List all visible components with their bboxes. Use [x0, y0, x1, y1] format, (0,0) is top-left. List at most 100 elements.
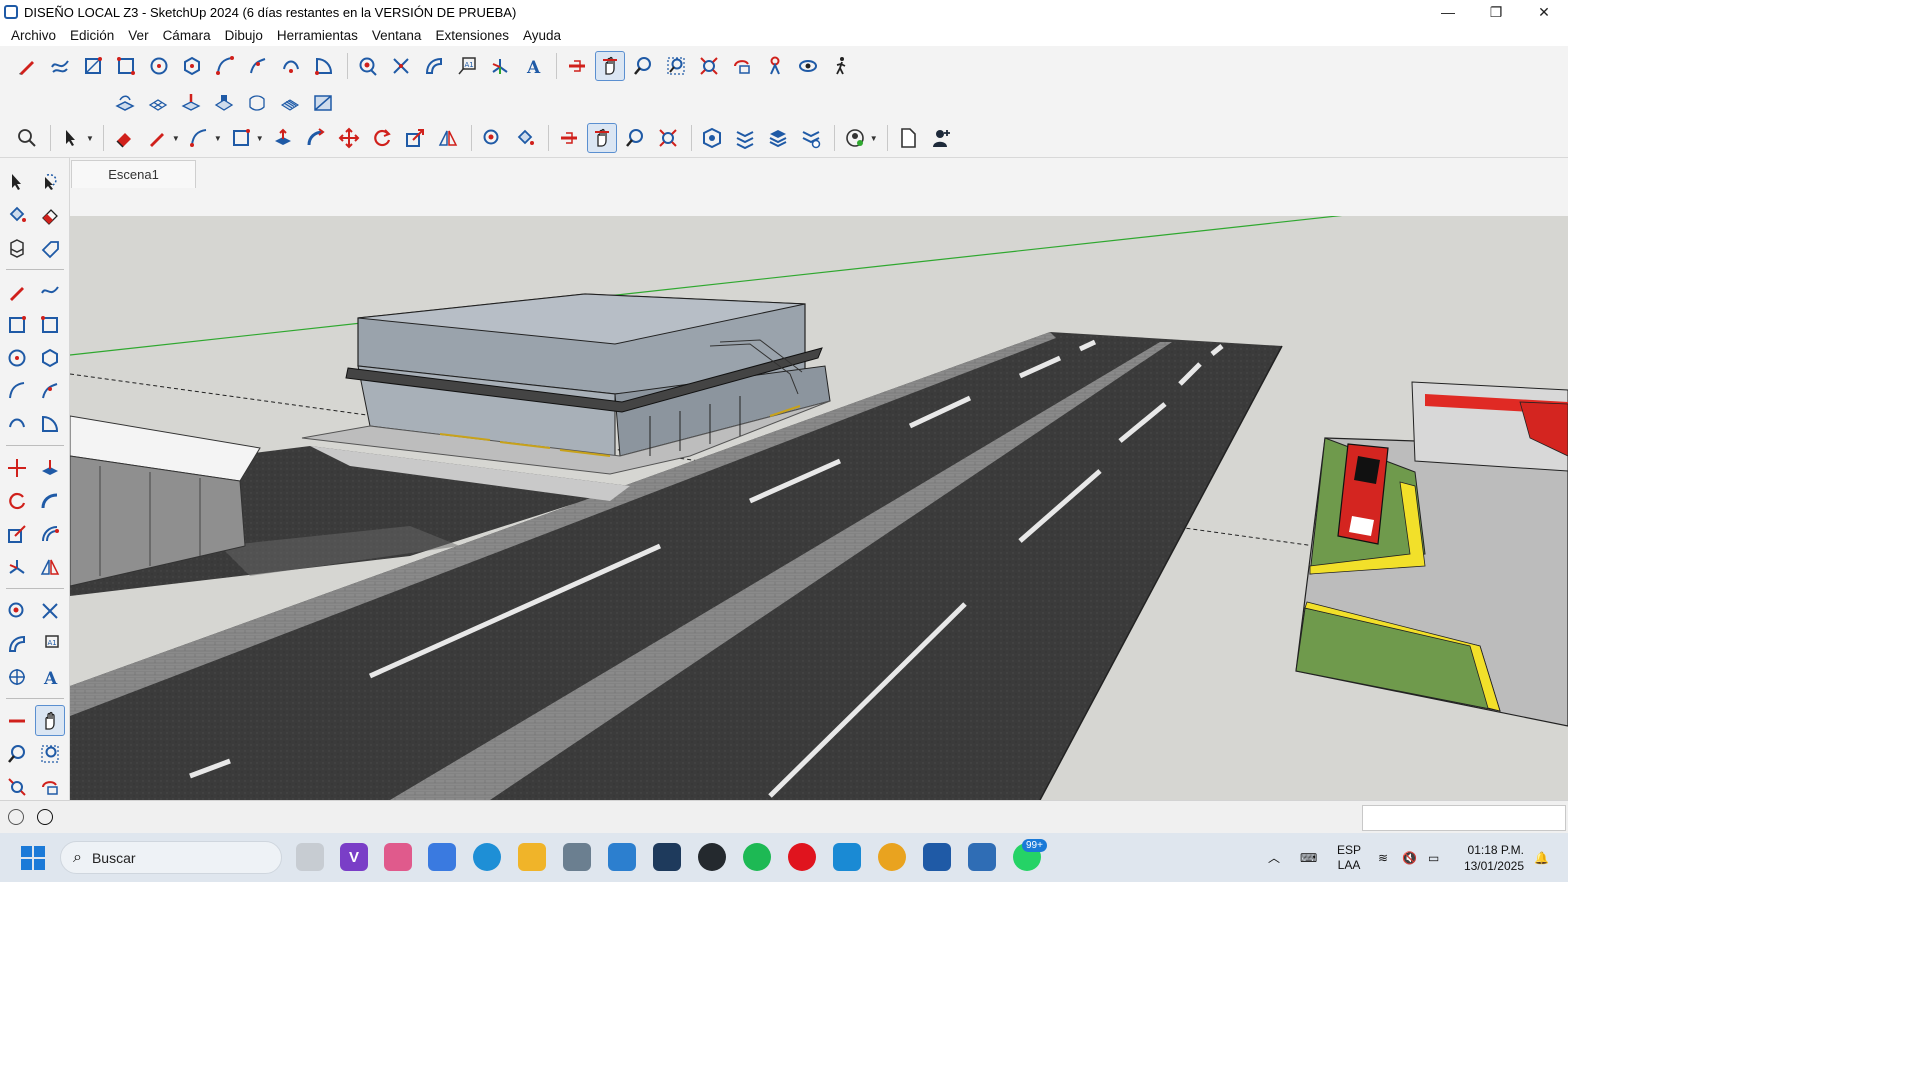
sandbox-from-scratch-icon[interactable]: [143, 87, 173, 117]
close-button[interactable]: ✕: [1520, 0, 1568, 24]
lasso-select-icon[interactable]: [35, 166, 65, 197]
sketchup-taskbar-icon[interactable]: [923, 843, 951, 871]
axes-icon[interactable]: [485, 51, 515, 81]
zoom-window-icon[interactable]: [661, 51, 691, 81]
copilot-icon[interactable]: [384, 843, 412, 871]
scale-icon[interactable]: [400, 123, 430, 153]
protractor-icon[interactable]: [419, 51, 449, 81]
freehand-icon[interactable]: [35, 276, 65, 307]
smoove-icon[interactable]: [176, 87, 206, 117]
geo-location-icon[interactable]: [8, 809, 24, 825]
spotify-icon[interactable]: [743, 843, 771, 871]
rotate-icon[interactable]: [367, 123, 397, 153]
move-icon[interactable]: [334, 123, 364, 153]
polygon-icon[interactable]: [177, 51, 207, 81]
volume-muted-icon[interactable]: 🔇: [1402, 833, 1417, 882]
flip-icon[interactable]: [35, 551, 65, 582]
eraser-icon[interactable]: [109, 123, 139, 153]
rotated-rectangle-icon[interactable]: [35, 309, 65, 340]
text-label-icon[interactable]: A1: [35, 628, 65, 659]
arc-dropdown-icon[interactable]: ▼: [214, 134, 222, 143]
pan-icon[interactable]: [595, 51, 625, 81]
push-pull-icon[interactable]: [35, 452, 65, 483]
axes-icon[interactable]: [2, 551, 32, 582]
taskbar-search[interactable]: ⌕ Buscar: [60, 841, 282, 874]
paint-bucket-icon[interactable]: [510, 123, 540, 153]
visual-studio-icon[interactable]: V: [340, 843, 368, 871]
polygon-icon[interactable]: [35, 342, 65, 373]
menu-ventana[interactable]: Ventana: [365, 28, 429, 43]
position-camera-icon[interactable]: [760, 51, 790, 81]
extension-warehouse-icon[interactable]: [730, 123, 760, 153]
select-icon[interactable]: [2, 166, 32, 197]
language-indicator[interactable]: ESP LAA: [1337, 833, 1361, 882]
menu-extensiones[interactable]: Extensiones: [428, 28, 516, 43]
user-add-icon[interactable]: [926, 123, 956, 153]
windows-start-icon[interactable]: [20, 845, 46, 871]
circle-icon[interactable]: [2, 342, 32, 373]
zoom-window-icon[interactable]: [35, 738, 65, 769]
drape-icon[interactable]: [242, 87, 272, 117]
vscode-icon[interactable]: [833, 843, 861, 871]
opera-icon[interactable]: [788, 843, 816, 871]
sandbox-from-contours-icon[interactable]: [110, 87, 140, 117]
two-point-arc-icon[interactable]: [35, 375, 65, 406]
follow-me-icon[interactable]: [35, 485, 65, 516]
new-document-icon[interactable]: [893, 123, 923, 153]
arc-icon[interactable]: [210, 51, 240, 81]
3d-warehouse-icon[interactable]: [697, 123, 727, 153]
freehand-icon[interactable]: [45, 51, 75, 81]
layout-icon[interactable]: [968, 843, 996, 871]
file-explorer-icon[interactable]: [518, 843, 546, 871]
zoom-extents-tool-icon[interactable]: [653, 123, 683, 153]
menu-archivo[interactable]: Archivo: [4, 28, 63, 43]
menu-herramientas[interactable]: Herramientas: [270, 28, 365, 43]
shape-dropdown-icon[interactable]: ▼: [256, 134, 264, 143]
select-icon[interactable]: [56, 123, 86, 153]
zoom-icon[interactable]: [2, 738, 32, 769]
menu-dibujo[interactable]: Dibujo: [218, 28, 270, 43]
previous-view-icon[interactable]: [35, 771, 65, 800]
walk-icon[interactable]: [826, 51, 856, 81]
edge-icon[interactable]: [473, 843, 501, 871]
task-view-icon[interactable]: [296, 843, 324, 871]
rectangle-icon[interactable]: [78, 51, 108, 81]
zoom-icon[interactable]: [628, 51, 658, 81]
pan-icon[interactable]: [35, 705, 65, 736]
section-plane-icon[interactable]: [562, 51, 592, 81]
move-icon[interactable]: [2, 452, 32, 483]
zoom-extents-icon[interactable]: [2, 771, 32, 800]
paint-bucket-icon[interactable]: [2, 199, 32, 230]
push-pull-icon[interactable]: [268, 123, 298, 153]
flip-edge-icon[interactable]: [308, 87, 338, 117]
calculator-icon[interactable]: [563, 843, 591, 871]
eraser-icon[interactable]: [35, 199, 65, 230]
offset-icon[interactable]: [35, 518, 65, 549]
notifications-icon[interactable]: 🔔: [1534, 833, 1549, 882]
rotate-icon[interactable]: [2, 485, 32, 516]
wifi-icon[interactable]: ≋: [1378, 833, 1388, 882]
tape-measure-icon[interactable]: [353, 51, 383, 81]
tape-measure-icon[interactable]: [2, 595, 32, 626]
keyboard-icon[interactable]: ⌨: [1300, 833, 1317, 882]
tray-overflow-icon[interactable]: ︿: [1268, 833, 1280, 882]
extension-manager-icon[interactable]: [796, 123, 826, 153]
rectangle-icon[interactable]: [2, 309, 32, 340]
dimension-icon[interactable]: [35, 595, 65, 626]
two-point-arc-icon[interactable]: [243, 51, 273, 81]
follow-me-icon[interactable]: [301, 123, 331, 153]
three-point-arc-icon[interactable]: [276, 51, 306, 81]
account-icon[interactable]: [840, 123, 870, 153]
menu-ver[interactable]: Ver: [121, 28, 155, 43]
stamp-icon[interactable]: [209, 87, 239, 117]
minimize-button[interactable]: —: [1424, 0, 1472, 24]
text-label-icon[interactable]: A1: [452, 51, 482, 81]
tape-measure-tool-icon[interactable]: [477, 123, 507, 153]
pie-icon[interactable]: [309, 51, 339, 81]
protractor-icon[interactable]: [2, 628, 32, 659]
arc-icon[interactable]: [2, 375, 32, 406]
pan-tool-icon[interactable]: [586, 123, 617, 153]
pie-icon[interactable]: [35, 408, 65, 439]
chrome-icon[interactable]: [878, 843, 906, 871]
zoom-tool-icon[interactable]: [620, 123, 650, 153]
